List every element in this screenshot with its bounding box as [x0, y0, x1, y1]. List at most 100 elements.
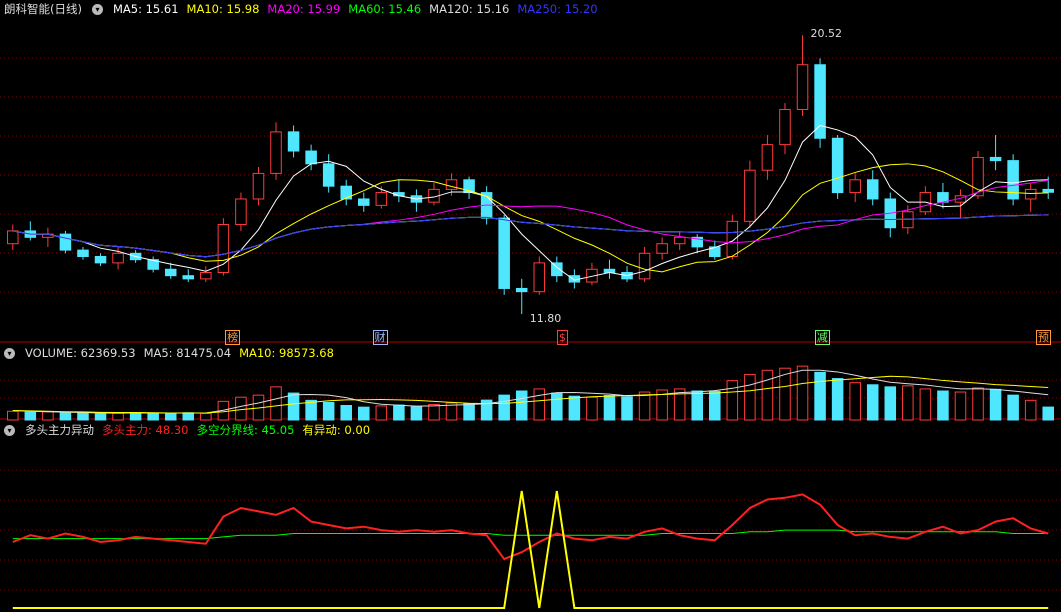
- volume-bar: [322, 401, 335, 421]
- candle-body: [182, 275, 195, 280]
- candle-body: [7, 230, 19, 245]
- low-price-label: 11.80: [529, 312, 562, 326]
- stock-title: 朗科智能(日线): [4, 2, 82, 16]
- volume-bar: [498, 394, 510, 421]
- volume-bar: [463, 403, 475, 421]
- dropdown-icon[interactable]: ▾: [91, 3, 103, 15]
- chart-canvas: [0, 35, 1061, 609]
- legend-entry: MA5: 15.61: [112, 2, 179, 16]
- volume-legend: ▾ VOLUME: 62369.53 MA5: 81475.04 MA10: 985…: [0, 344, 334, 362]
- volume-bar: [428, 403, 440, 421]
- volume-bar: [568, 395, 581, 421]
- volume-bar: [796, 365, 809, 421]
- candle-body: [77, 249, 89, 257]
- candle-body: [375, 192, 388, 206]
- volume-bar: [287, 392, 300, 421]
- candle-body: [322, 163, 335, 187]
- volume-bar: [1042, 406, 1054, 421]
- candle-body: [200, 271, 212, 280]
- volume-bar: [112, 412, 124, 421]
- ma-legend-items: MA5: 15.61 MA10: 15.98 MA20: 15.99 MA60: 15…: [113, 0, 598, 18]
- candle-body: [94, 255, 107, 264]
- volume-bar: [7, 410, 19, 421]
- candle-body: [533, 262, 546, 293]
- candle-body: [358, 198, 370, 206]
- volume-bar: [814, 371, 826, 421]
- volume-bar: [919, 388, 932, 421]
- candle-body: [59, 233, 72, 251]
- candle-body: [287, 131, 300, 152]
- candle-body: [761, 144, 774, 171]
- volume-bar: [410, 406, 423, 421]
- candle-body: [498, 217, 510, 289]
- volume-bar: [235, 396, 247, 421]
- event-tag[interactable]: 预: [1035, 330, 1051, 345]
- volume-bar: [586, 396, 598, 421]
- price-legend: 朗科智能(日线) ▾ MA5: 15.61 MA10: 15.98 MA20: 15…: [0, 0, 598, 18]
- volume-bar: [1024, 399, 1037, 421]
- candle-body: [551, 262, 563, 277]
- legend-entry: MA10: 15.98: [186, 2, 260, 16]
- volume-bar: [182, 412, 195, 421]
- event-tag[interactable]: 减: [814, 330, 830, 345]
- candle-body: [779, 108, 791, 146]
- volume-bar: [147, 412, 159, 421]
- candle-body: [305, 150, 317, 165]
- candle-body: [1024, 188, 1037, 200]
- indicator-legend: ▾ 多头主力异动 多头主力: 48.30 多空分界线: 45.05 有异动: 0.00: [0, 421, 370, 439]
- candle-body: [340, 185, 352, 200]
- volume-bar: [954, 391, 967, 421]
- candle-body: [252, 172, 265, 200]
- volume-bar: [551, 392, 563, 421]
- volume-bar: [77, 412, 89, 421]
- candle-body: [445, 179, 458, 190]
- volume-bar: [305, 399, 317, 421]
- candle-body: [638, 252, 651, 280]
- volume-bar: [726, 380, 739, 421]
- candle-body: [744, 169, 756, 222]
- candle-body: [849, 179, 861, 194]
- volume-bar: [831, 378, 844, 421]
- volume-bar: [270, 386, 282, 421]
- candle-body: [814, 64, 826, 139]
- volume-bar: [849, 382, 861, 421]
- volume-bar: [989, 388, 1002, 421]
- event-tag[interactable]: 财: [372, 330, 388, 345]
- volume-bar: [638, 391, 651, 421]
- legend-entry: MA10: 98573.68: [239, 346, 334, 360]
- legend-entry: MA20: 15.99: [267, 2, 341, 16]
- dropdown-icon[interactable]: ▾: [4, 424, 15, 436]
- candle-body: [270, 131, 282, 174]
- candle-body: [1042, 188, 1054, 193]
- volume-legend-items: VOLUME: 62369.53 MA5: 81475.04 MA10: 98573…: [25, 344, 334, 362]
- legend-entry: MA250: 15.20: [517, 2, 598, 16]
- legend-entry: MA60: 15.46: [348, 2, 422, 16]
- event-tag[interactable]: $: [556, 330, 568, 345]
- candle-body: [164, 268, 177, 277]
- volume-bar: [902, 385, 914, 421]
- volume-bar: [691, 390, 703, 421]
- legend-entry: MA120: 15.16: [429, 2, 510, 16]
- volume-bar: [515, 390, 528, 421]
- candle-body: [796, 64, 809, 110]
- volume-bar: [24, 411, 37, 421]
- volume-bar: [866, 384, 879, 421]
- legend-entry: 多头主力异动: [25, 423, 94, 437]
- volume-bar: [621, 396, 633, 421]
- candle-body: [673, 236, 686, 245]
- candle-body: [112, 252, 124, 264]
- event-tag[interactable]: 榜: [225, 330, 241, 345]
- high-price-label: 20.52: [810, 27, 843, 41]
- volume-bar: [761, 369, 774, 421]
- volume-bar: [164, 412, 177, 421]
- legend-entry: 有异动: 0.00: [302, 423, 371, 437]
- volume-bar: [340, 405, 352, 421]
- volume-bar: [375, 405, 388, 421]
- candle-body: [866, 179, 879, 200]
- volume-bar: [129, 412, 142, 421]
- indicator-legend-items: 多头主力异动 多头主力: 48.30 多空分界线: 45.05 有异动: 0.00: [25, 421, 370, 439]
- volume-bar: [937, 390, 949, 421]
- candle-body: [937, 192, 949, 203]
- legend-entry: MA5: 81475.04: [143, 346, 232, 360]
- dropdown-icon[interactable]: ▾: [4, 347, 15, 359]
